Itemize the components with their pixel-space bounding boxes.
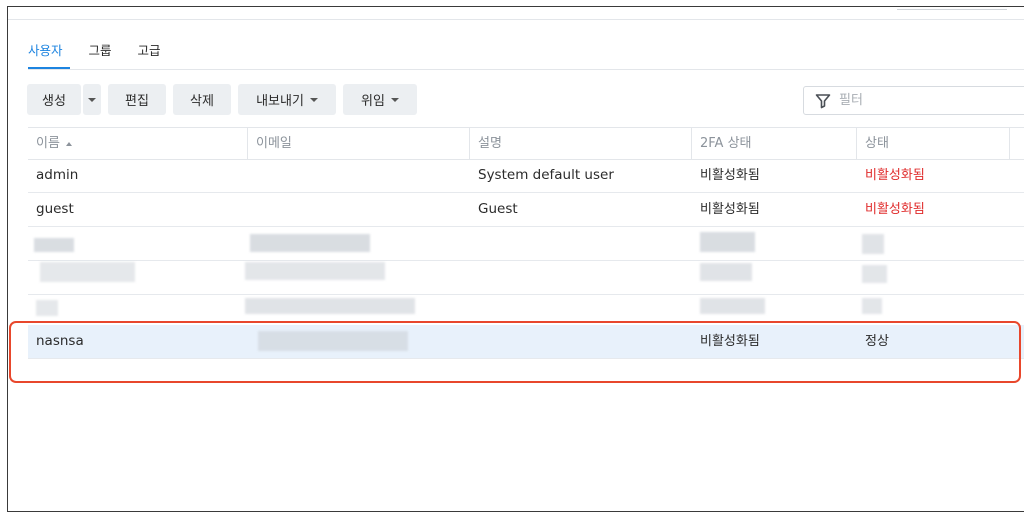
filter-icon	[815, 93, 831, 109]
user-description: Guest	[478, 201, 518, 217]
tab-groups[interactable]: 그룹	[89, 40, 112, 69]
tab-advanced[interactable]: 고급	[138, 40, 161, 69]
chevron-down-icon	[309, 97, 318, 102]
user-2fa-status: 비활성화됨	[700, 168, 760, 183]
tabs-divider	[28, 69, 1024, 70]
edit-button-label: 편집	[125, 94, 149, 109]
column-header-email[interactable]: 이메일	[248, 128, 470, 159]
create-button[interactable]: 생성	[27, 84, 81, 115]
user-status: 정상	[865, 334, 889, 349]
export-button-label: 내보내기	[256, 94, 304, 109]
user-description: System default user	[478, 167, 614, 183]
filter-field[interactable]	[803, 86, 1024, 115]
column-header-status[interactable]: 상태	[857, 128, 1010, 159]
delegate-button-label: 위임	[361, 94, 385, 109]
top-right-fragment	[897, 1, 1007, 10]
delegate-button[interactable]: 위임	[343, 84, 417, 115]
table-header: 이름 이메일 설명 2FA 상태 상태	[28, 127, 1024, 160]
delete-button-label: 삭제	[190, 94, 214, 109]
window-top-bar	[8, 7, 1024, 20]
user-2fa-status: 비활성화됨	[700, 334, 760, 349]
user-status: 비활성화됨	[865, 168, 925, 183]
user-name: nasnsa	[36, 333, 84, 349]
table-row-selected[interactable]: nasnsa 비활성화됨 정상	[28, 325, 1024, 359]
sort-ascending-icon	[65, 141, 72, 146]
column-header-description[interactable]: 설명	[470, 128, 692, 159]
column-header-name[interactable]: 이름	[28, 128, 248, 159]
edit-button[interactable]: 편집	[108, 84, 166, 115]
user-name: admin	[36, 167, 79, 183]
filter-input[interactable]	[837, 92, 991, 109]
column-header-2fa[interactable]: 2FA 상태	[692, 128, 857, 159]
column-header-name-label: 이름	[36, 136, 60, 151]
column-header-status-label: 상태	[865, 136, 889, 151]
chevron-down-icon	[390, 97, 399, 102]
create-dropdown-button[interactable]	[83, 84, 101, 115]
tab-bar: 사용자 그룹 고급	[28, 40, 161, 69]
user-status: 비활성화됨	[865, 202, 925, 217]
user-2fa-status: 비활성화됨	[700, 202, 760, 217]
export-button[interactable]: 내보내기	[238, 84, 336, 115]
delete-button[interactable]: 삭제	[173, 84, 231, 115]
chevron-down-icon	[88, 97, 96, 102]
column-header-description-label: 설명	[478, 136, 502, 151]
tab-users[interactable]: 사용자	[28, 40, 63, 69]
column-header-email-label: 이메일	[256, 136, 292, 151]
create-button-label: 생성	[42, 94, 66, 109]
table-row[interactable]: admin System default user 비활성화됨 비활성화됨	[28, 159, 1024, 193]
column-header-2fa-label: 2FA 상태	[700, 136, 752, 151]
table-row[interactable]: guest Guest 비활성화됨 비활성화됨	[28, 193, 1024, 227]
user-name: guest	[36, 201, 74, 217]
redacted-email	[258, 331, 408, 351]
